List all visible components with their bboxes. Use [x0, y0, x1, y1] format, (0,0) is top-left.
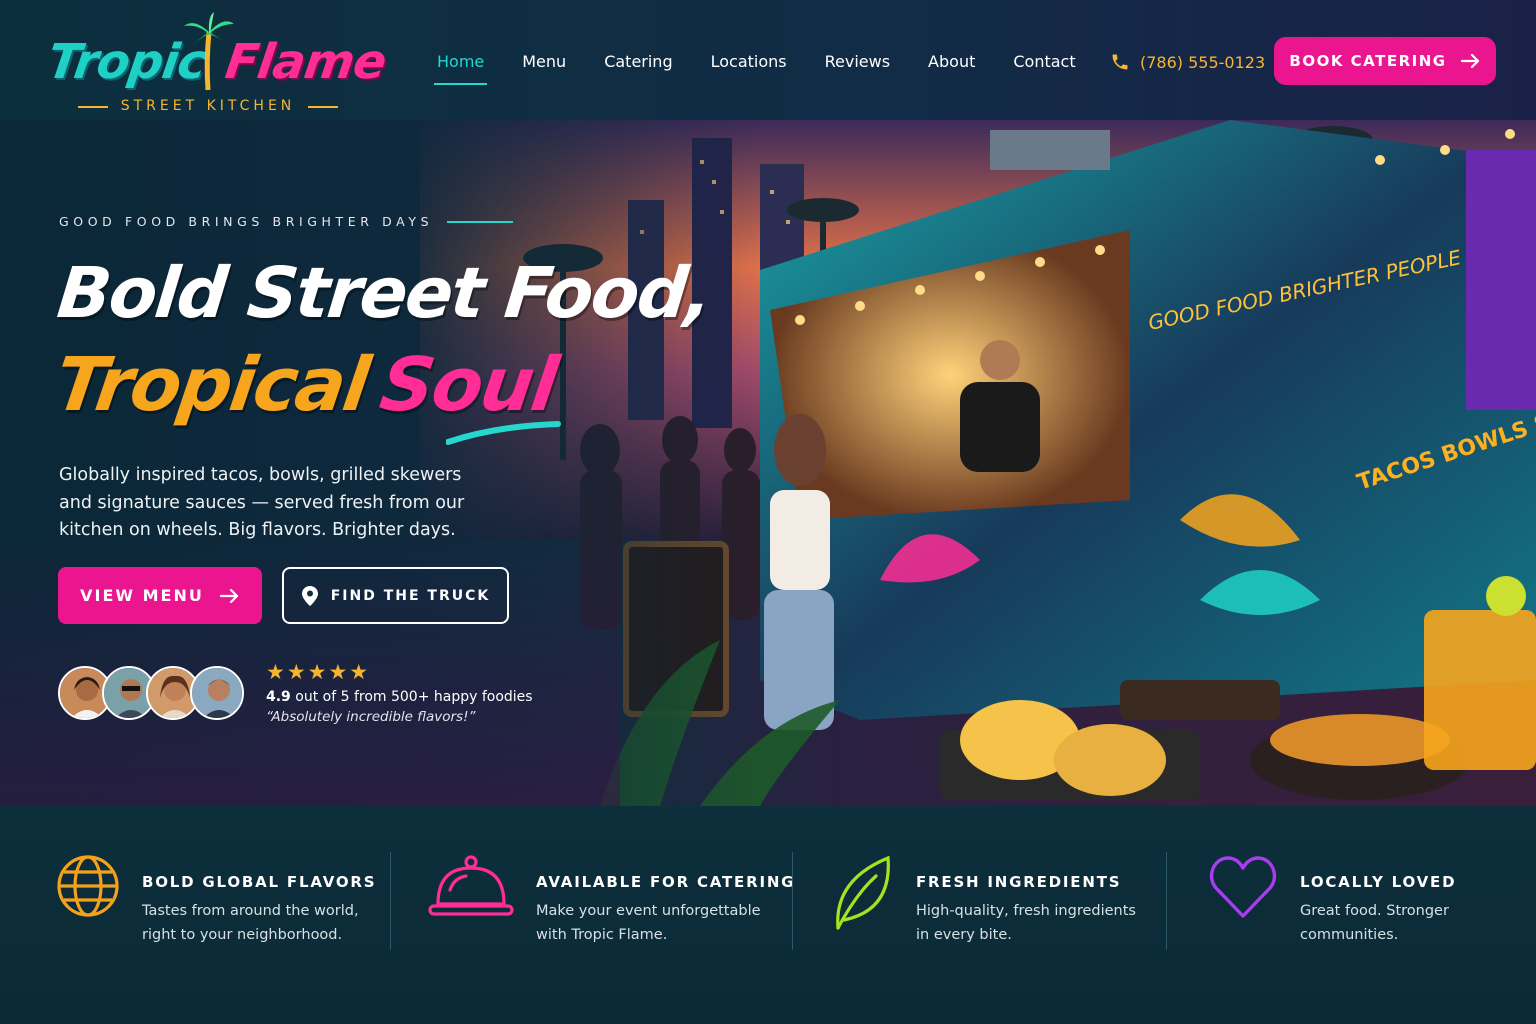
- hero-headline-line1: Bold Street Food,: [53, 252, 715, 334]
- phone-number: (786) 555-0123: [1140, 52, 1266, 72]
- feature-title: AVAILABLE FOR CATERING: [536, 873, 796, 891]
- headline-word-soul: Soul: [375, 342, 562, 428]
- feature-fresh-ingredients: FRESH INGREDIENTS High-quality, fresh in…: [830, 854, 1136, 947]
- feature-text: High-quality, fresh ingredients in every…: [916, 903, 1136, 943]
- cloche-icon: [428, 855, 514, 916]
- leaf-icon: [836, 855, 890, 930]
- features-bar: BOLD GLOBAL FLAVORS Tastes from around t…: [0, 806, 1536, 1024]
- brand-logo[interactable]: Tropic Flame STREET KITCHEN: [44, 12, 389, 116]
- feature-bold-global-flavors: BOLD GLOBAL FLAVORS Tastes from around t…: [56, 854, 376, 947]
- rating-value: 4.9: [266, 689, 291, 705]
- brush-underline-decoration: [446, 421, 561, 445]
- nav-item-about[interactable]: About: [909, 48, 994, 75]
- nav-item-home[interactable]: Home: [418, 48, 503, 85]
- feature-locally-loved: LOCALLY LOVED Great food. Stronger commu…: [1208, 854, 1456, 947]
- rating-quote: “Absolutely incredible flavors!”: [266, 709, 476, 725]
- site-header: Tropic Flame STREET KITCHEN Home Menu Ca…: [0, 0, 1536, 120]
- tagline-divider: [447, 220, 514, 223]
- arrow-right-icon: [1460, 53, 1479, 69]
- rating-line: 4.9 out of 5 from 500+ happy foodies: [266, 689, 533, 705]
- rating-summary: ★★★★★ 4.9 out of 5 from 500+ happy foodi…: [266, 660, 533, 725]
- nav-item-menu[interactable]: Menu: [503, 48, 585, 75]
- logo-word-flame: Flame: [222, 34, 390, 90]
- feature-title: BOLD GLOBAL FLAVORS: [142, 873, 377, 891]
- view-menu-label: VIEW MENU: [80, 586, 204, 605]
- headline-word-tropical: Tropical: [49, 342, 374, 428]
- nav-item-catering[interactable]: Catering: [585, 48, 691, 75]
- feature-divider: [792, 852, 793, 950]
- main-nav: Home Menu Catering Locations Reviews Abo…: [418, 48, 1095, 85]
- hero-description: Globally inspired tacos, bowls, grilled …: [59, 465, 465, 540]
- book-catering-label: BOOK CATERING: [1289, 52, 1447, 70]
- find-the-truck-button[interactable]: FIND THE TRUCK: [282, 567, 509, 624]
- nav-item-reviews[interactable]: Reviews: [806, 48, 909, 75]
- globe-icon: [57, 855, 119, 917]
- heart-icon: [1209, 856, 1277, 918]
- book-catering-button[interactable]: BOOK CATERING: [1274, 37, 1496, 85]
- feature-title: FRESH INGREDIENTS: [916, 873, 1122, 891]
- hero-headline-line2: TropicalSoul: [50, 342, 561, 428]
- logo-subtitle: STREET KITCHEN: [78, 98, 338, 114]
- phone-icon: [1112, 54, 1128, 70]
- find-the-truck-label: FIND THE TRUCK: [330, 587, 491, 604]
- hero-section: GOOD FOOD BRIGHTER PEOPLE TACOS BOWLS SK…: [0, 120, 1536, 806]
- five-star-rating-icon: ★★★★★: [266, 660, 371, 684]
- feature-divider: [390, 852, 391, 950]
- view-menu-button[interactable]: VIEW MENU: [58, 567, 262, 624]
- rating-text: out of 5 from 500+ happy foodies: [290, 689, 533, 705]
- nav-item-contact[interactable]: Contact: [994, 48, 1094, 75]
- feature-available-for-catering: AVAILABLE FOR CATERING Make your event u…: [428, 854, 795, 947]
- feature-text: Tastes from around the world, right to y…: [142, 903, 359, 943]
- hero-tagline-text: GOOD FOOD BRINGS BRIGHTER DAYS: [59, 214, 434, 229]
- feature-text: Make your event unforgettable with Tropi…: [536, 903, 761, 943]
- feature-text: Great food. Stronger communities.: [1300, 903, 1449, 943]
- phone-link[interactable]: (786) 555-0123: [1110, 52, 1265, 72]
- nav-item-locations[interactable]: Locations: [692, 48, 806, 75]
- customer-avatars: [58, 666, 244, 720]
- feature-title: LOCALLY LOVED: [1300, 873, 1457, 891]
- location-pin-icon: [301, 585, 318, 606]
- avatar: [190, 666, 244, 720]
- hero-tagline: GOOD FOOD BRINGS BRIGHTER DAYS: [59, 214, 514, 229]
- arrow-right-icon: [219, 588, 238, 603]
- feature-divider: [1166, 852, 1167, 950]
